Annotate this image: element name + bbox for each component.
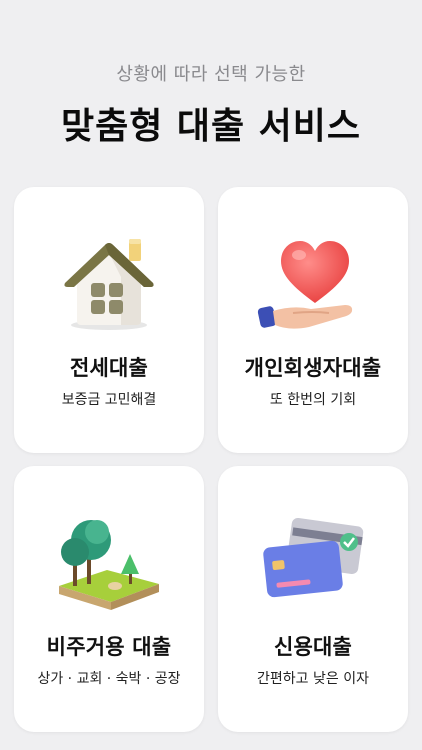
card-description: 상가 · 교회 · 숙박 · 공장 xyxy=(37,671,181,687)
card-description: 보증금 고민해결 xyxy=(61,392,157,408)
heart-hand-icon xyxy=(257,241,353,329)
trees-land-icon xyxy=(59,520,159,610)
card-title: 신용대출 xyxy=(273,635,353,659)
page-title: 맞춤형 대출 서비스 xyxy=(60,106,362,147)
card-description: 간편하고 낮은 이자 xyxy=(257,671,369,687)
card-title: 비주거용 대출 xyxy=(46,635,172,659)
card-rehabilitation-loan[interactable]: 개인회생자대출 또 한번의 기회 xyxy=(218,187,408,453)
card-description: 또 한번의 기회 xyxy=(269,392,357,408)
card-title: 전세대출 xyxy=(69,356,149,380)
card-credit-loan[interactable]: 신용대출 간편하고 낮은 이자 xyxy=(218,466,408,732)
card-nonresidential-loan[interactable]: 비주거용 대출 상가 · 교회 · 숙박 · 공장 xyxy=(14,466,204,732)
house-icon xyxy=(64,239,154,330)
page-subtitle: 상황에 따라 선택 가능한 xyxy=(116,64,306,85)
credit-card-icon xyxy=(263,517,364,598)
card-title: 개인회생자대출 xyxy=(244,356,382,380)
card-jeonse-loan[interactable]: 전세대출 보증금 고민해결 xyxy=(14,187,204,453)
